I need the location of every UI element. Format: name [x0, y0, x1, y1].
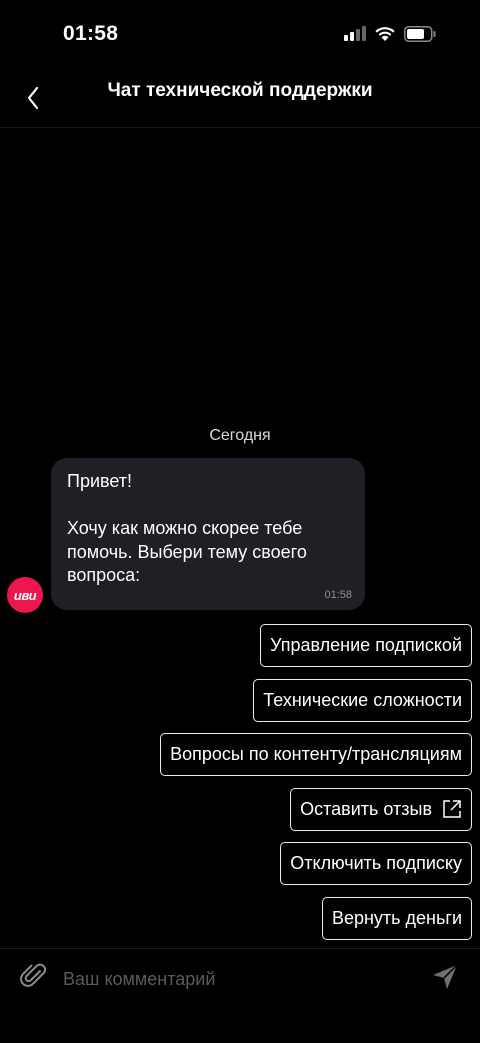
- option-label: Отключить подписку: [290, 853, 462, 873]
- option-content-questions[interactable]: Вопросы по контенту/трансляциям: [160, 733, 472, 776]
- external-link-icon: [442, 799, 462, 819]
- day-separator: Сегодня: [209, 427, 271, 444]
- option-label: Управление подпиской: [270, 635, 462, 655]
- quick-reply-options: Управление подпиской Технические сложнос…: [160, 624, 472, 951]
- option-label: Вернуть деньги: [331, 907, 462, 928]
- message-time: 01:58: [324, 589, 352, 601]
- wifi-icon: [374, 26, 396, 47]
- message-text: Привет! Хочу как можно скорее тебе помоч…: [67, 471, 307, 585]
- status-time: 01:58: [63, 22, 119, 45]
- page-title: Чат технической поддержки: [107, 80, 373, 101]
- cellular-signal-icon: [344, 26, 366, 47]
- comment-input[interactable]: [63, 965, 403, 993]
- option-label: Технические сложности: [263, 689, 462, 710]
- comment-bar: [0, 948, 480, 1006]
- home-indicator: [172, 1029, 308, 1034]
- battery-icon: [404, 26, 436, 47]
- option-label: Оставить отзыв: [300, 798, 432, 819]
- option-leave-feedback[interactable]: Оставить отзыв: [290, 787, 472, 831]
- chat-header: Чат технической поддержки: [0, 72, 480, 128]
- avatar: иви: [7, 577, 43, 613]
- paperclip-icon[interactable]: [19, 961, 49, 991]
- option-manage-subscription[interactable]: Управление подпиской: [260, 624, 472, 667]
- option-label: Вопросы по контенту/трансляциям: [170, 744, 462, 764]
- status-bar: 01:58: [0, 0, 480, 72]
- message-bubble: Привет! Хочу как можно скорее тебе помоч…: [51, 458, 365, 610]
- option-refund[interactable]: Вернуть деньги: [321, 896, 472, 940]
- option-technical-issues[interactable]: Технические сложности: [253, 678, 472, 722]
- send-icon[interactable]: [430, 962, 460, 992]
- brand-logo: иви: [13, 587, 37, 603]
- status-icons: [344, 26, 436, 47]
- option-cancel-subscription[interactable]: Отключить подписку: [280, 842, 472, 885]
